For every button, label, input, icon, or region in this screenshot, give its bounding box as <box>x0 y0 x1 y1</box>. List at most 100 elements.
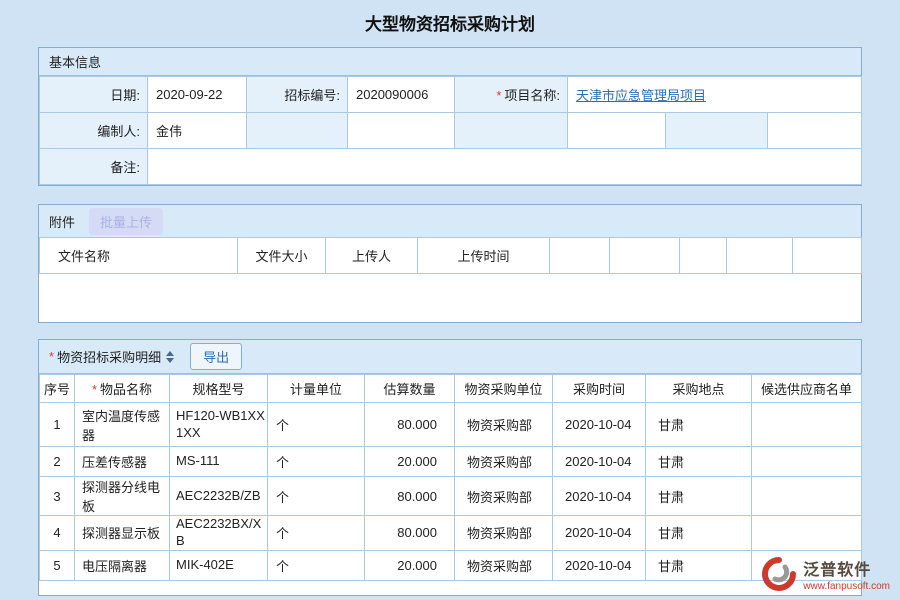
project-link[interactable]: 天津市应急管理局项目 <box>576 88 706 103</box>
cell-place: 甘肃 <box>646 477 752 516</box>
cell-time: 2020-10-04 <box>553 516 646 551</box>
cell-time: 2020-10-04 <box>553 447 646 477</box>
detail-header: * 物资招标采购明细 导出 <box>39 340 861 374</box>
table-row: 3 探测器分线电板 AEC2232B/ZB 个 80.000 物资采购部 202… <box>40 477 862 516</box>
page-title: 大型物资招标采购计划 <box>0 0 900 47</box>
cell-item-name: 室内温度传感器 <box>75 403 170 447</box>
cell-seq: 2 <box>40 447 75 477</box>
table-header-row: 序号 *物品名称 规格型号 计量单位 估算数量 物资采购单位 采购时间 采购地点… <box>40 375 862 403</box>
col-empty <box>550 238 610 274</box>
table-row: 1 室内温度传感器 HF120-WB1XX1XX 个 80.000 物资采购部 … <box>40 403 862 447</box>
empty-value-cell <box>568 113 666 149</box>
col-empty <box>680 238 727 274</box>
fanpu-logo-icon <box>761 556 797 592</box>
col-seq: 序号 <box>40 375 75 403</box>
col-empty <box>793 238 862 274</box>
cell-time: 2020-10-04 <box>553 550 646 580</box>
author-value: 金伟 <box>148 113 247 149</box>
cell-qty: 80.000 <box>365 516 455 551</box>
cell-place: 甘肃 <box>646 403 752 447</box>
cell-unit: 个 <box>268 403 365 447</box>
cell-item-name: 探测器分线电板 <box>75 477 170 516</box>
project-label-text: 项目名称: <box>504 88 560 103</box>
batch-upload-button[interactable]: 批量上传 <box>89 208 163 235</box>
cell-dept: 物资采购部 <box>455 516 553 551</box>
cell-seq: 3 <box>40 477 75 516</box>
col-purchase-time: 采购时间 <box>553 375 646 403</box>
table-row: 4 探测器显示板 AEC2232BX/XB 个 80.000 物资采购部 202… <box>40 516 862 551</box>
cell-model: AEC2232BX/XB <box>170 516 268 551</box>
cell-item-name: 压差传感器 <box>75 447 170 477</box>
col-purchase-place: 采购地点 <box>646 375 752 403</box>
export-button[interactable]: 导出 <box>190 343 242 370</box>
cell-unit: 个 <box>268 516 365 551</box>
bid-no-label: 招标编号: <box>247 77 348 113</box>
brand-url-link[interactable]: www.fanpusoft.com <box>803 581 890 592</box>
remark-label: 备注: <box>40 149 148 185</box>
cell-model: HF120-WB1XX1XX <box>170 403 268 447</box>
project-label: *项目名称: <box>455 77 568 113</box>
basic-info-section: 基本信息 日期: 2020-09-22 招标编号: 2020090006 *项目… <box>38 47 862 186</box>
cell-place: 甘肃 <box>646 447 752 477</box>
cell-seq: 4 <box>40 516 75 551</box>
remark-value <box>148 149 862 185</box>
col-suppliers: 候选供应商名单 <box>752 375 862 403</box>
sort-down-icon <box>166 358 174 363</box>
cell-qty: 80.000 <box>365 477 455 516</box>
attachments-table: 文件名称 文件大小 上传人 上传时间 <box>39 237 862 274</box>
cell-time: 2020-10-04 <box>553 403 646 447</box>
cell-qty: 80.000 <box>365 403 455 447</box>
cell-dept: 物资采购部 <box>455 403 553 447</box>
col-file-name: 文件名称 <box>40 238 238 274</box>
table-row: 文件名称 文件大小 上传人 上传时间 <box>40 238 862 274</box>
bid-no-value: 2020090006 <box>348 77 455 113</box>
sort-icon[interactable] <box>166 351 174 363</box>
col-uploader: 上传人 <box>326 238 418 274</box>
brand-name: 泛普软件 <box>803 556 890 580</box>
attachments-header: 附件 批量上传 <box>39 205 861 237</box>
cell-seq: 5 <box>40 550 75 580</box>
empty-label-cell <box>455 113 568 149</box>
cell-time: 2020-10-04 <box>553 477 646 516</box>
table-row: 备注: <box>40 149 862 185</box>
empty-label-cell <box>666 113 768 149</box>
cell-place: 甘肃 <box>646 516 752 551</box>
basic-info-title: 基本信息 <box>49 52 101 71</box>
cell-item-name: 电压隔离器 <box>75 550 170 580</box>
required-asterisk: * <box>92 382 97 397</box>
cell-suppliers <box>752 447 862 477</box>
table-row: 2 压差传感器 MS-111 个 20.000 物资采购部 2020-10-04… <box>40 447 862 477</box>
cell-qty: 20.000 <box>365 447 455 477</box>
col-file-size: 文件大小 <box>238 238 326 274</box>
basic-info-table: 日期: 2020-09-22 招标编号: 2020090006 *项目名称: 天… <box>39 76 862 185</box>
cell-suppliers <box>752 516 862 551</box>
author-label: 编制人: <box>40 113 148 149</box>
cell-item-name: 探测器显示板 <box>75 516 170 551</box>
detail-title: 物资招标采购明细 <box>57 347 161 366</box>
attachments-title: 附件 <box>49 212 75 231</box>
col-upload-time: 上传时间 <box>418 238 550 274</box>
cell-unit: 个 <box>268 550 365 580</box>
col-empty <box>727 238 793 274</box>
col-item-name-text: 物品名称 <box>100 382 152 397</box>
cell-unit: 个 <box>268 447 365 477</box>
cell-qty: 20.000 <box>365 550 455 580</box>
attachments-empty-body <box>39 274 861 322</box>
sort-up-icon <box>166 351 174 356</box>
cell-unit: 个 <box>268 477 365 516</box>
detail-bottom-padding <box>39 581 861 595</box>
cell-suppliers <box>752 477 862 516</box>
required-asterisk: * <box>49 349 54 364</box>
project-value-cell: 天津市应急管理局项目 <box>568 77 862 113</box>
table-row: 5 电压隔离器 MIK-402E 个 20.000 物资采购部 2020-10-… <box>40 550 862 580</box>
cell-dept: 物资采购部 <box>455 477 553 516</box>
date-value: 2020-09-22 <box>148 77 247 113</box>
cell-model: MS-111 <box>170 447 268 477</box>
empty-label-cell <box>247 113 348 149</box>
required-asterisk: * <box>496 88 501 103</box>
date-label: 日期: <box>40 77 148 113</box>
cell-model: AEC2232B/ZB <box>170 477 268 516</box>
cell-model: MIK-402E <box>170 550 268 580</box>
col-unit: 计量单位 <box>268 375 365 403</box>
cell-dept: 物资采购部 <box>455 550 553 580</box>
